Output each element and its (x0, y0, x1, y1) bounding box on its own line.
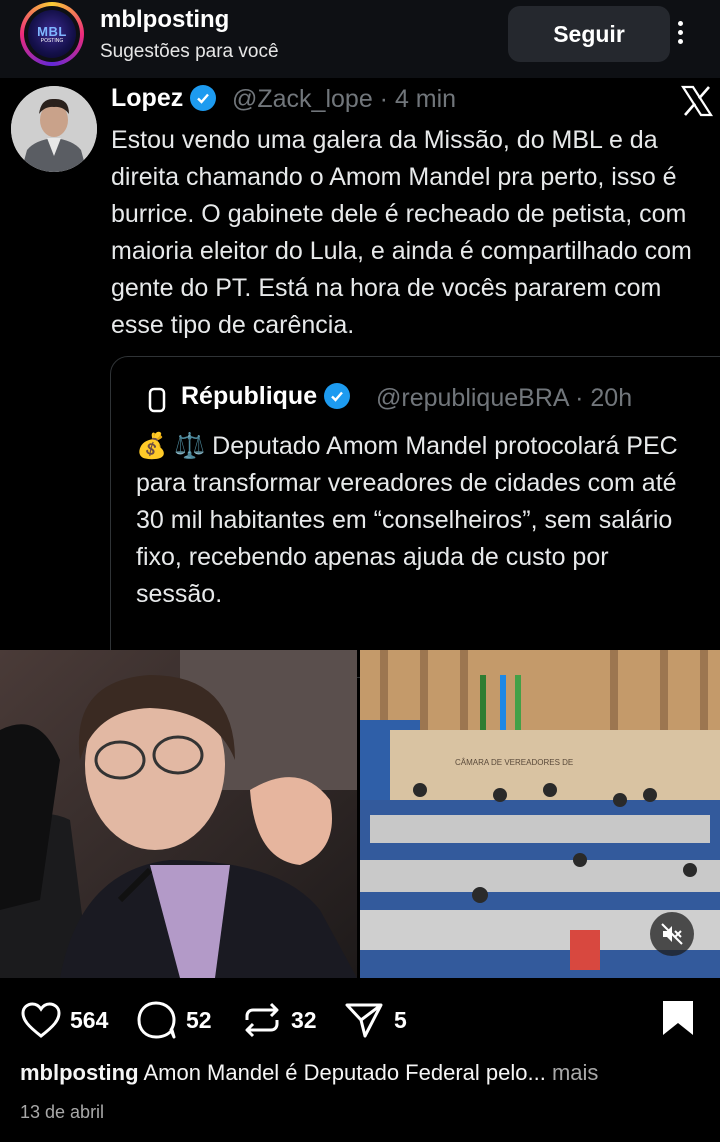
like-count: 564 (70, 1006, 109, 1033)
quoted-text: 💰 ⚖️ Deputado Amom Mandel protocolará PE… (136, 432, 678, 608)
post-date: 13 de abril (20, 1102, 105, 1122)
share-icon (345, 1003, 383, 1038)
tweet-handle-time: @Zack_lope · 4 min (232, 85, 457, 113)
repost-icon (245, 1002, 279, 1038)
share-button[interactable]: 5 (344, 1000, 407, 1040)
follow-button[interactable]: Seguir (508, 6, 670, 62)
chamber-label: CÂMARA DE VEREADORES DE (455, 758, 573, 767)
account-avatar[interactable]: MBL POSTING (20, 2, 84, 66)
quote-logo-icon (148, 387, 166, 413)
more-vertical-icon[interactable] (664, 18, 696, 52)
bookmark-icon[interactable] (661, 999, 695, 1037)
repost-count: 32 (291, 1006, 317, 1033)
x-logo-icon (680, 84, 714, 118)
verified-icon (190, 85, 217, 111)
comment-button[interactable]: 52 (136, 1000, 212, 1040)
verified-icon (324, 383, 351, 409)
suggestion-subtitle: Sugestões para você (100, 41, 279, 62)
comment-count: 52 (186, 1006, 212, 1033)
tweet-author-avatar (11, 86, 97, 172)
like-button[interactable]: 564 (20, 1000, 108, 1040)
caption-more-link[interactable]: mais (552, 1060, 598, 1085)
caption-username[interactable]: mblposting (20, 1060, 139, 1085)
tweet-author[interactable]: Lopez (111, 84, 217, 113)
tweet-text: Estou vendo uma galera da Missão, do MBL… (111, 126, 692, 339)
repost-button[interactable]: 32 (243, 1000, 317, 1040)
mute-icon[interactable] (650, 912, 694, 956)
deputy-photo[interactable] (0, 650, 357, 978)
caption-text: Amon Mandel é Deputado Federal pelo... (143, 1060, 546, 1085)
quoted-author: République (181, 382, 351, 411)
comment-icon (137, 1001, 176, 1039)
emoji-icons: 💰 ⚖️ (136, 432, 206, 460)
account-name[interactable]: mblposting (100, 6, 229, 34)
quoted-handle-time: @republiqueBRA · 20h (376, 384, 633, 412)
post-caption[interactable]: mblposting Amon Mandel é Deputado Federa… (20, 1060, 598, 1086)
share-count: 5 (394, 1006, 407, 1033)
mbl-logo: MBL POSTING (28, 10, 76, 58)
heart-icon (21, 1002, 61, 1038)
